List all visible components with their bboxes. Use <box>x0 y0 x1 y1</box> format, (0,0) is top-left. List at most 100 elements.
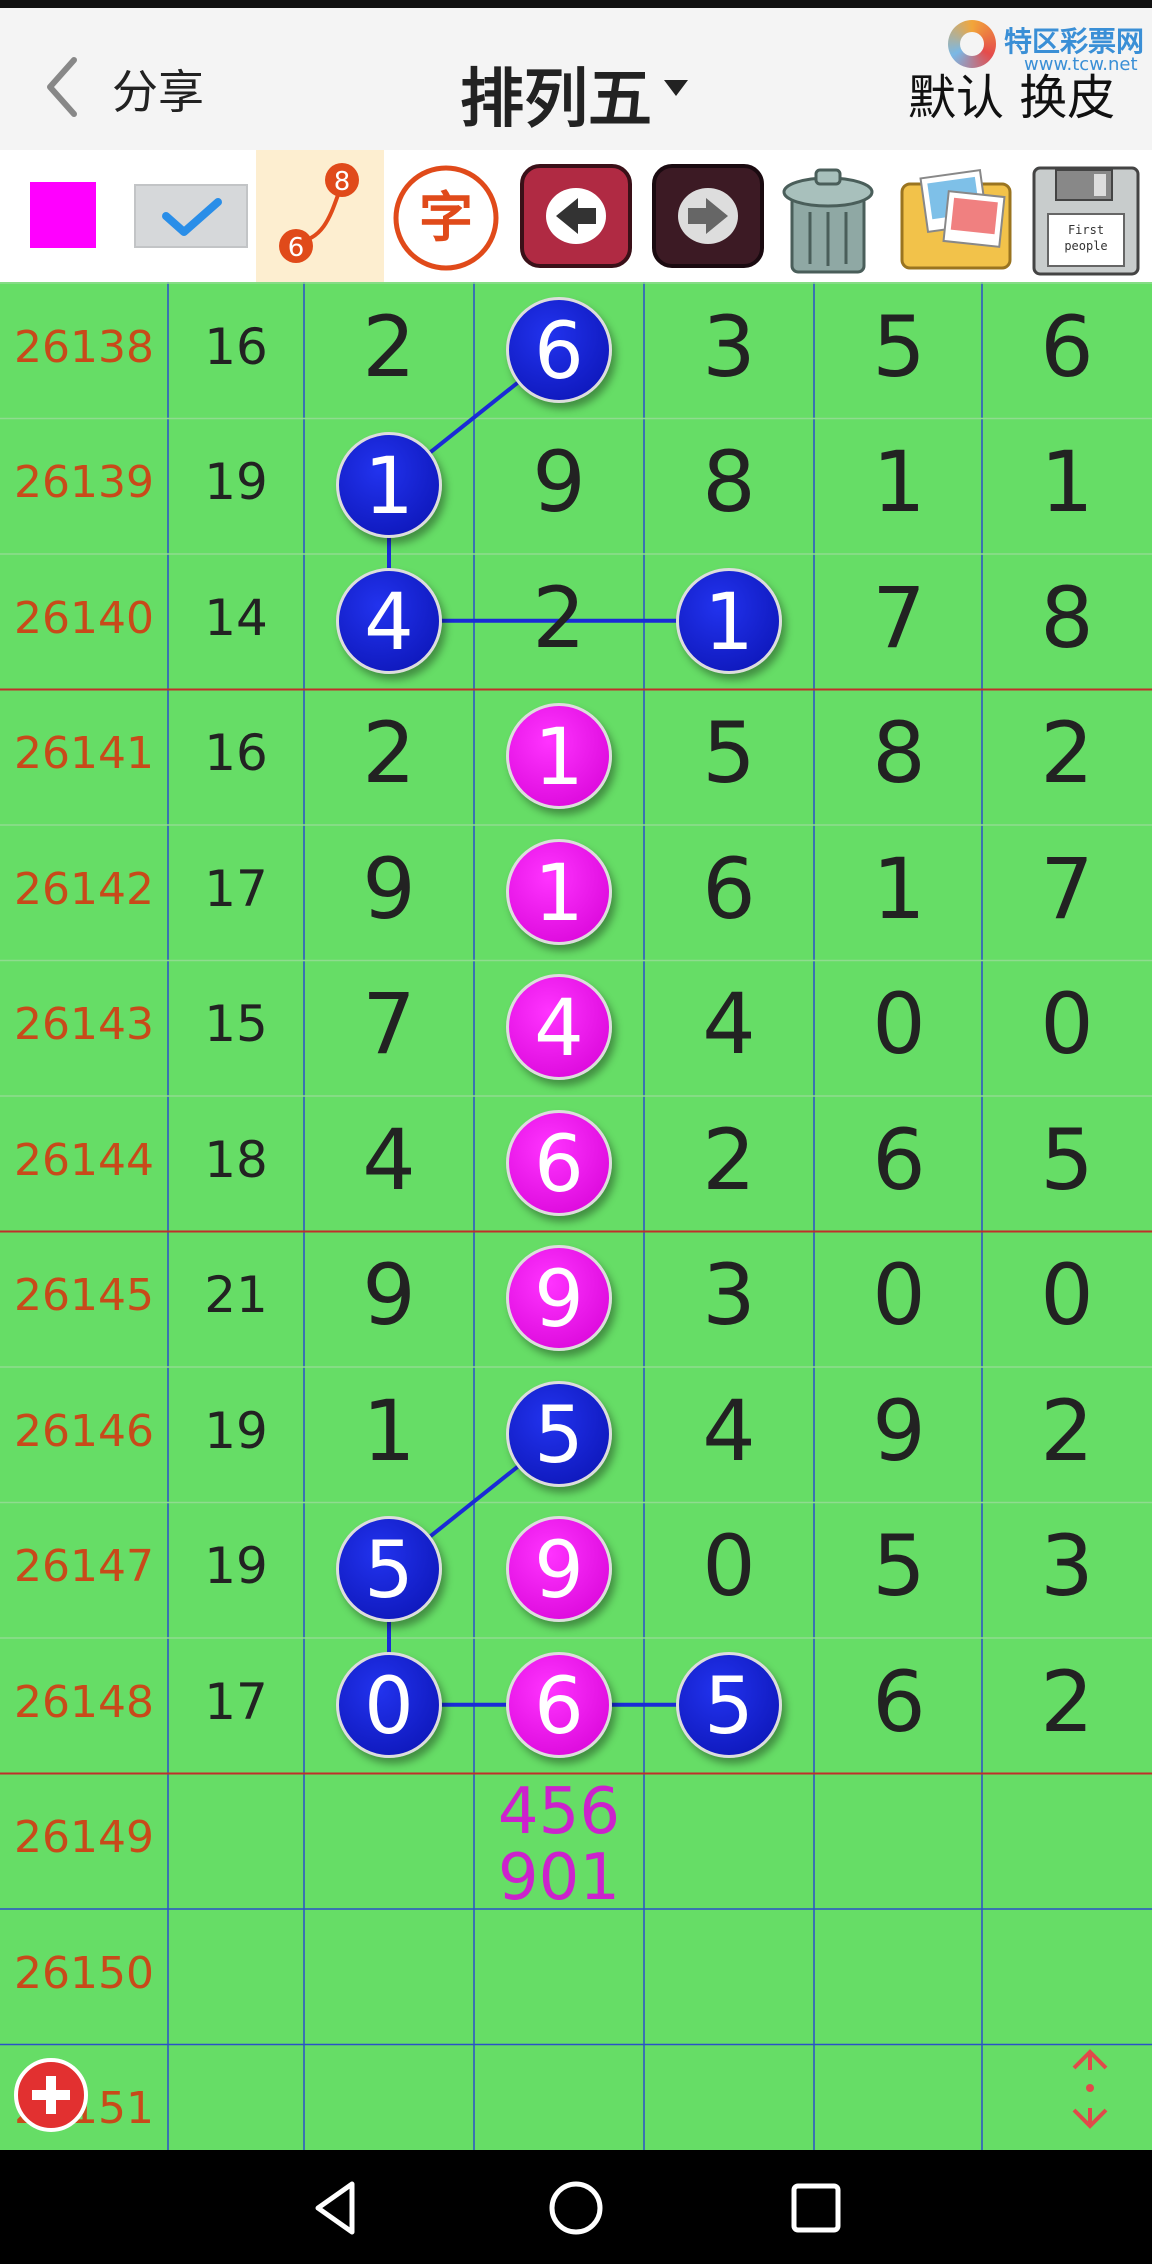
blue-ball[interactable]: 5 <box>676 1651 782 1758</box>
trend-grid[interactable]: 26138 16 2 6 3 5 6 26139 19 1 9 8 1 1 26140 14 4 2 1 7 8 2614… <box>0 282 1152 2150</box>
prediction-line: 901 <box>497 1840 621 1915</box>
row-sum: 21 <box>204 1266 268 1325</box>
digit-cell[interactable]: 2 <box>644 1111 814 1209</box>
digit-cell[interactable]: 0 <box>814 1246 984 1344</box>
digit-cell[interactable]: 9 <box>814 1382 984 1480</box>
row-sum: 17 <box>204 1672 268 1731</box>
digit-cell[interactable]: 9 <box>474 433 644 531</box>
blue-ball[interactable]: 5 <box>336 1516 442 1623</box>
row-issue-number: 26145 <box>14 1270 154 1322</box>
row-issue-number: 26143 <box>14 999 154 1051</box>
magenta-ball[interactable]: 6 <box>506 1109 612 1216</box>
digit-cell[interactable]: 2 <box>982 1382 1152 1480</box>
digit-cell[interactable]: 8 <box>982 569 1152 667</box>
blue-ball[interactable]: 0 <box>336 1651 442 1758</box>
digit-cell[interactable]: 7 <box>982 840 1152 938</box>
digit-cell[interactable]: 6 <box>814 1653 984 1751</box>
digit-cell[interactable]: 9 <box>304 1246 474 1344</box>
row-sum: 19 <box>204 1537 268 1596</box>
digit-cell[interactable]: 4 <box>644 975 814 1073</box>
floppy-disk-icon: First people <box>1032 166 1140 276</box>
blue-ball[interactable]: 6 <box>506 296 612 403</box>
chevron-left-icon[interactable] <box>36 52 96 122</box>
digit-cell[interactable]: 1 <box>814 433 984 531</box>
row-sum: 14 <box>204 588 268 647</box>
check-toggle-button[interactable] <box>134 184 248 248</box>
watermark-url: www.tcw.net <box>1024 54 1138 75</box>
magenta-ball[interactable]: 6 <box>506 1651 612 1758</box>
plus-circle-icon[interactable] <box>14 2058 88 2132</box>
photo-folder-icon <box>900 168 1012 270</box>
toolbar: 8 6 字 First people <box>0 150 1152 282</box>
previous-button[interactable] <box>520 164 632 268</box>
zi-label: 字 <box>419 185 473 249</box>
digit-cell[interactable]: 4 <box>304 1111 474 1209</box>
square-recents-icon[interactable] <box>784 2176 848 2240</box>
up-down-arrows-icon[interactable] <box>1066 2048 1114 2130</box>
blue-ball[interactable]: 4 <box>336 567 442 674</box>
watermark-logo-icon <box>948 20 996 68</box>
magenta-ball[interactable]: 4 <box>506 974 612 1081</box>
watermark: 特区彩票网 www.tcw.net <box>948 20 1148 76</box>
digit-cell[interactable]: 6 <box>644 840 814 938</box>
digit-cell[interactable]: 9 <box>304 840 474 938</box>
magenta-ball[interactable]: 1 <box>506 703 612 810</box>
digit-cell[interactable]: 2 <box>474 569 644 667</box>
floppy-label-line2: people <box>1064 239 1107 253</box>
digit-cell[interactable]: 5 <box>982 1111 1152 1209</box>
digit-cell[interactable]: 2 <box>982 1653 1152 1751</box>
text-mode-button[interactable]: 字 <box>392 164 500 272</box>
chevron-down-icon[interactable] <box>664 80 688 96</box>
digit-cell[interactable]: 0 <box>982 975 1152 1073</box>
row-issue-number: 26149 <box>14 1812 154 1864</box>
magenta-ball[interactable]: 9 <box>506 1245 612 1352</box>
blue-ball[interactable]: 5 <box>506 1380 612 1487</box>
digit-cell[interactable]: 8 <box>644 433 814 531</box>
triangle-back-icon[interactable] <box>304 2176 368 2240</box>
digit-cell[interactable]: 3 <box>982 1517 1152 1615</box>
digit-cell[interactable]: 1 <box>982 433 1152 531</box>
digit-cell[interactable]: 8 <box>814 704 984 802</box>
circle-home-icon[interactable] <box>544 2176 608 2240</box>
digit-cell[interactable]: 2 <box>982 704 1152 802</box>
digit-cell[interactable]: 5 <box>644 704 814 802</box>
path-line-button[interactable]: 8 6 <box>256 150 384 282</box>
trash-icon <box>782 168 874 274</box>
digit-cell[interactable]: 2 <box>304 704 474 802</box>
row-sum: 18 <box>204 1130 268 1189</box>
path-icon-number-top: 8 <box>334 167 351 197</box>
delete-button[interactable] <box>770 160 886 278</box>
digit-cell[interactable]: 1 <box>814 840 984 938</box>
row-sum: 19 <box>204 1401 268 1460</box>
magenta-ball[interactable]: 9 <box>506 1516 612 1623</box>
digit-cell[interactable]: 6 <box>814 1111 984 1209</box>
digit-cell[interactable]: 3 <box>644 1246 814 1344</box>
magenta-ball[interactable]: 1 <box>506 838 612 945</box>
next-button[interactable] <box>652 164 764 268</box>
digit-cell[interactable]: 6 <box>982 298 1152 396</box>
row-sum: 16 <box>204 317 268 376</box>
digit-cell[interactable]: 7 <box>304 975 474 1073</box>
digit-cell[interactable]: 4 <box>644 1382 814 1480</box>
prediction-text: 456 901 <box>474 1779 644 1911</box>
digit-cell[interactable]: 0 <box>814 975 984 1073</box>
digit-cell[interactable]: 5 <box>814 1517 984 1615</box>
blue-ball[interactable]: 1 <box>676 567 782 674</box>
prediction-line: 456 <box>497 1774 621 1849</box>
digit-cell[interactable]: 2 <box>304 298 474 396</box>
page-title[interactable]: 排列五 <box>460 48 652 140</box>
color-swatch-button[interactable] <box>30 182 96 248</box>
save-button[interactable]: First people <box>1028 162 1144 280</box>
share-button[interactable]: 分享 <box>112 56 204 122</box>
photos-button[interactable] <box>896 164 1016 276</box>
digit-cell[interactable]: 0 <box>982 1246 1152 1344</box>
app-header: 分享 排列五 默认 换皮 特区彩票网 www.tcw.net <box>0 0 1152 150</box>
digit-cell[interactable]: 1 <box>304 1382 474 1480</box>
digit-cell[interactable]: 0 <box>644 1517 814 1615</box>
digit-cell[interactable]: 3 <box>644 298 814 396</box>
digit-cell[interactable]: 5 <box>814 298 984 396</box>
row-sum: 15 <box>204 995 268 1054</box>
blue-ball[interactable]: 1 <box>336 432 442 539</box>
row-sum: 17 <box>204 859 268 918</box>
digit-cell[interactable]: 7 <box>814 569 984 667</box>
